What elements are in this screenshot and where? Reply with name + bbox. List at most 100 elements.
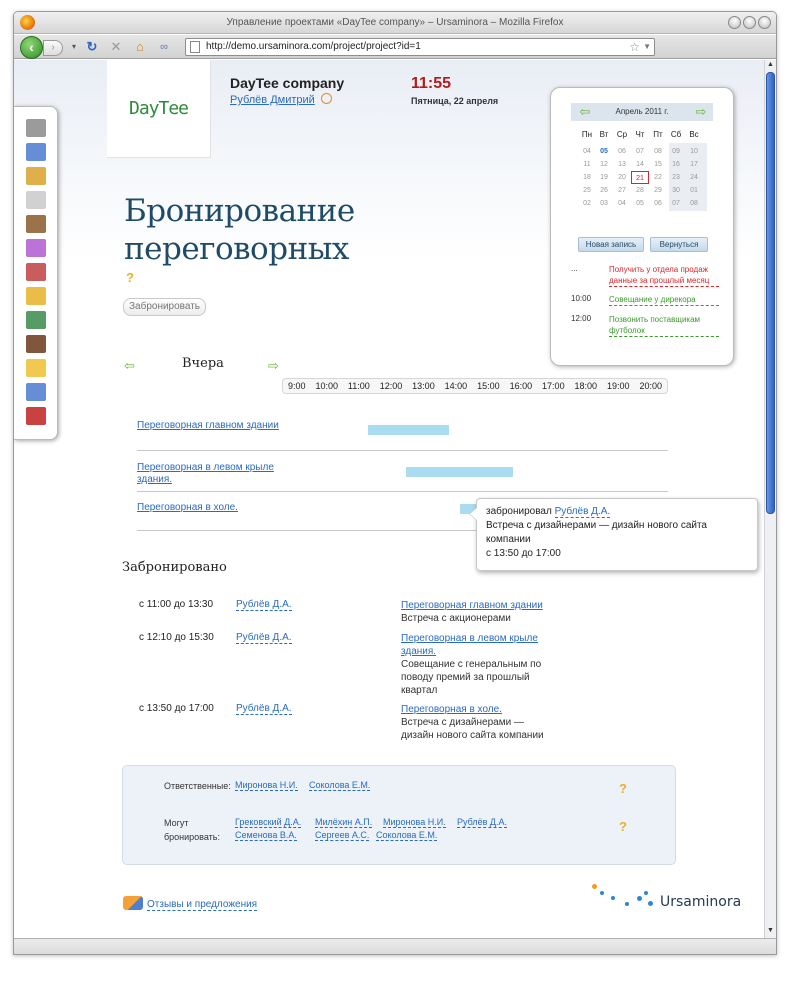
calendar-day[interactable]: 30 — [667, 184, 685, 197]
calendar-day[interactable]: 07 — [667, 197, 685, 210]
calendar-day[interactable]: 27 — [613, 184, 631, 197]
sync-icon[interactable]: ∞ — [156, 39, 172, 55]
next-month-arrow-icon[interactable]: ⇨ — [695, 105, 707, 118]
calendar-day[interactable]: 29 — [649, 184, 667, 197]
calendar-day[interactable]: 28 — [631, 184, 649, 197]
calendar-day[interactable]: 03 — [595, 197, 613, 210]
booking-room-link[interactable]: Переговорная главном здании — [401, 599, 551, 612]
booking-user-link[interactable]: Рублёв Д.А. — [236, 599, 292, 611]
scroll-down-icon[interactable]: ▼ — [766, 927, 775, 937]
calendar-day[interactable]: 11 — [578, 158, 596, 171]
calendar-day[interactable]: 04 — [613, 197, 631, 210]
news-icon[interactable] — [26, 119, 46, 137]
room-link[interactable]: Переговорная главном здании — [137, 420, 287, 432]
vertical-scrollbar[interactable]: ▲ ▼ — [764, 60, 776, 938]
company-logo[interactable]: DayTee — [107, 60, 211, 158]
maximize-button[interactable] — [743, 16, 756, 29]
binders-icon[interactable] — [26, 311, 46, 329]
booker-person[interactable]: Рублёв Д.А. — [457, 817, 507, 828]
booking-room-link[interactable]: Переговорная в левом крыле здания. — [401, 632, 551, 658]
room-link[interactable]: Переговорная в левом крыле здания. — [137, 462, 287, 486]
url-bar[interactable]: http://demo.ursaminora.com/project/proje… — [185, 38, 655, 56]
calendar-day[interactable]: 08 — [649, 145, 667, 158]
calendar-day[interactable]: 14 — [631, 158, 649, 171]
room-link[interactable]: Переговорная в холе. — [137, 502, 287, 514]
help-icon[interactable]: ? — [619, 781, 627, 796]
document-icon[interactable] — [26, 191, 46, 209]
calendar-day[interactable]: 06 — [649, 197, 667, 210]
calendar-day[interactable]: 01 — [685, 184, 703, 197]
user-link[interactable]: Рублёв Дмитрий — [230, 94, 315, 106]
calendar-day[interactable]: 19 — [595, 171, 613, 184]
reload-icon[interactable]: ↻ — [84, 39, 100, 55]
scroll-up-icon[interactable]: ▲ — [766, 61, 775, 71]
calendar-day[interactable]: 20 — [613, 171, 631, 184]
calendar-day[interactable]: 05 — [595, 145, 613, 158]
calendar-day[interactable]: 16 — [667, 158, 685, 171]
responsible-person[interactable]: Миронова Н.И. — [235, 780, 298, 791]
users-icon[interactable] — [26, 167, 46, 185]
book-button[interactable]: Забронировать — [123, 298, 207, 316]
truck-icon[interactable] — [26, 263, 46, 281]
booking-bar[interactable] — [406, 467, 514, 477]
calendar-day[interactable]: 21 — [631, 171, 649, 184]
books-icon[interactable] — [26, 215, 46, 233]
calendar-day[interactable]: 07 — [631, 145, 649, 158]
contact-card-icon[interactable] — [26, 383, 46, 401]
calendar-day[interactable]: 02 — [578, 197, 596, 210]
scrollbar-thumb[interactable] — [766, 72, 775, 514]
back-button[interactable]: ‹ — [20, 36, 43, 59]
bookmark-star-icon[interactable]: ☆ — [629, 39, 640, 55]
event-link[interactable]: Позвонить поставщикам футболок — [609, 314, 719, 337]
booker-person[interactable]: Соколова Е.М. — [376, 830, 438, 841]
calendar-day[interactable]: 26 — [595, 184, 613, 197]
clipboard-icon[interactable] — [26, 287, 46, 305]
close-button[interactable] — [758, 16, 771, 29]
booking-room-link[interactable]: Переговорная в холе. — [401, 703, 551, 716]
calendar-day[interactable]: 23 — [667, 171, 685, 184]
calendar-day[interactable]: 22 — [649, 171, 667, 184]
logout-icon[interactable] — [320, 93, 332, 104]
booker-person[interactable]: Семенова В.А. — [235, 830, 297, 841]
calendar-day[interactable]: 15 — [649, 158, 667, 171]
prev-month-arrow-icon[interactable]: ⇦ — [579, 105, 591, 118]
event-link[interactable]: Получить у отдела продаж данные за прошл… — [609, 264, 719, 287]
next-day-arrow-icon[interactable]: ⇨ — [268, 359, 280, 372]
booker-person[interactable]: Грековский Д.А. — [235, 817, 302, 828]
messages-icon[interactable] — [26, 143, 46, 161]
stop-icon[interactable]: ✕ — [108, 39, 124, 55]
calendar-day[interactable]: 17 — [685, 158, 703, 171]
feedback-link[interactable]: Отзывы и предложения — [147, 899, 258, 911]
responsible-person[interactable]: Соколова Е.М. — [309, 780, 371, 791]
calendar-day[interactable]: 13 — [613, 158, 631, 171]
url-dropdown-icon[interactable]: ▼ — [643, 39, 651, 55]
booking-user-link[interactable]: Рублёв Д.А. — [236, 632, 292, 644]
home-icon[interactable]: ⌂ — [132, 39, 148, 55]
coffee-icon[interactable] — [26, 239, 46, 257]
booking-bar[interactable] — [368, 425, 449, 435]
history-dropdown-icon[interactable]: ▾ — [66, 39, 82, 55]
calendar-day[interactable]: 08 — [685, 197, 703, 210]
calendar-day[interactable]: 10 — [685, 145, 703, 158]
forward-button[interactable]: › — [43, 40, 63, 56]
calendar-day[interactable]: 24 — [685, 171, 703, 184]
notebook-icon[interactable] — [26, 335, 46, 353]
booker-person[interactable]: Сергеев А.С. — [315, 830, 370, 841]
calendar-day[interactable]: 05 — [631, 197, 649, 210]
prev-day-arrow-icon[interactable]: ⇦ — [124, 359, 136, 372]
help-icon[interactable]: ? — [619, 819, 627, 834]
new-badge-icon[interactable] — [26, 407, 46, 425]
calendar-day[interactable]: 04 — [578, 145, 596, 158]
minimize-button[interactable] — [728, 16, 741, 29]
booker-person[interactable]: Миронова Н.И. — [383, 817, 446, 828]
help-icon[interactable]: ? — [126, 270, 134, 285]
booking-user-link[interactable]: Рублёв Д.А. — [236, 703, 292, 715]
back-button[interactable]: Вернуться — [650, 237, 708, 252]
calendar-day[interactable]: 25 — [578, 184, 596, 197]
calendar-day[interactable]: 12 — [595, 158, 613, 171]
calendar-day[interactable]: 06 — [613, 145, 631, 158]
event-link[interactable]: Совещание у дирекора — [609, 294, 719, 306]
booker-person[interactable]: Милёхин А.П. — [315, 817, 373, 828]
calendar-day[interactable]: 18 — [578, 171, 596, 184]
calendar-day[interactable]: 09 — [667, 145, 685, 158]
